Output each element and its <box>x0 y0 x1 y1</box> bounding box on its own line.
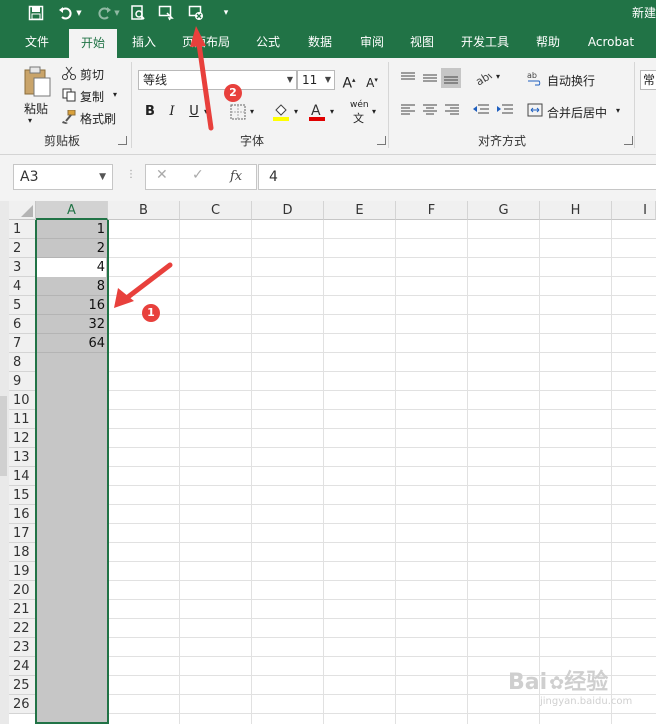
watermark-text: Bai ✿经验 <box>508 664 608 696</box>
watermark-text-latin: Bai <box>508 670 548 695</box>
watermark-text-cjk: 经验 <box>564 670 609 695</box>
annotation-layer <box>114 26 214 308</box>
arrow-to-column-a <box>114 262 173 308</box>
watermark-url: jingyan.baidu.com <box>540 696 633 707</box>
annotation-badge-2: 2 <box>224 84 242 102</box>
arrow-to-qat-button <box>190 26 214 131</box>
annotation-badge-1: 1 <box>142 304 160 322</box>
watermark-paw-icon: ✿ <box>549 673 565 694</box>
